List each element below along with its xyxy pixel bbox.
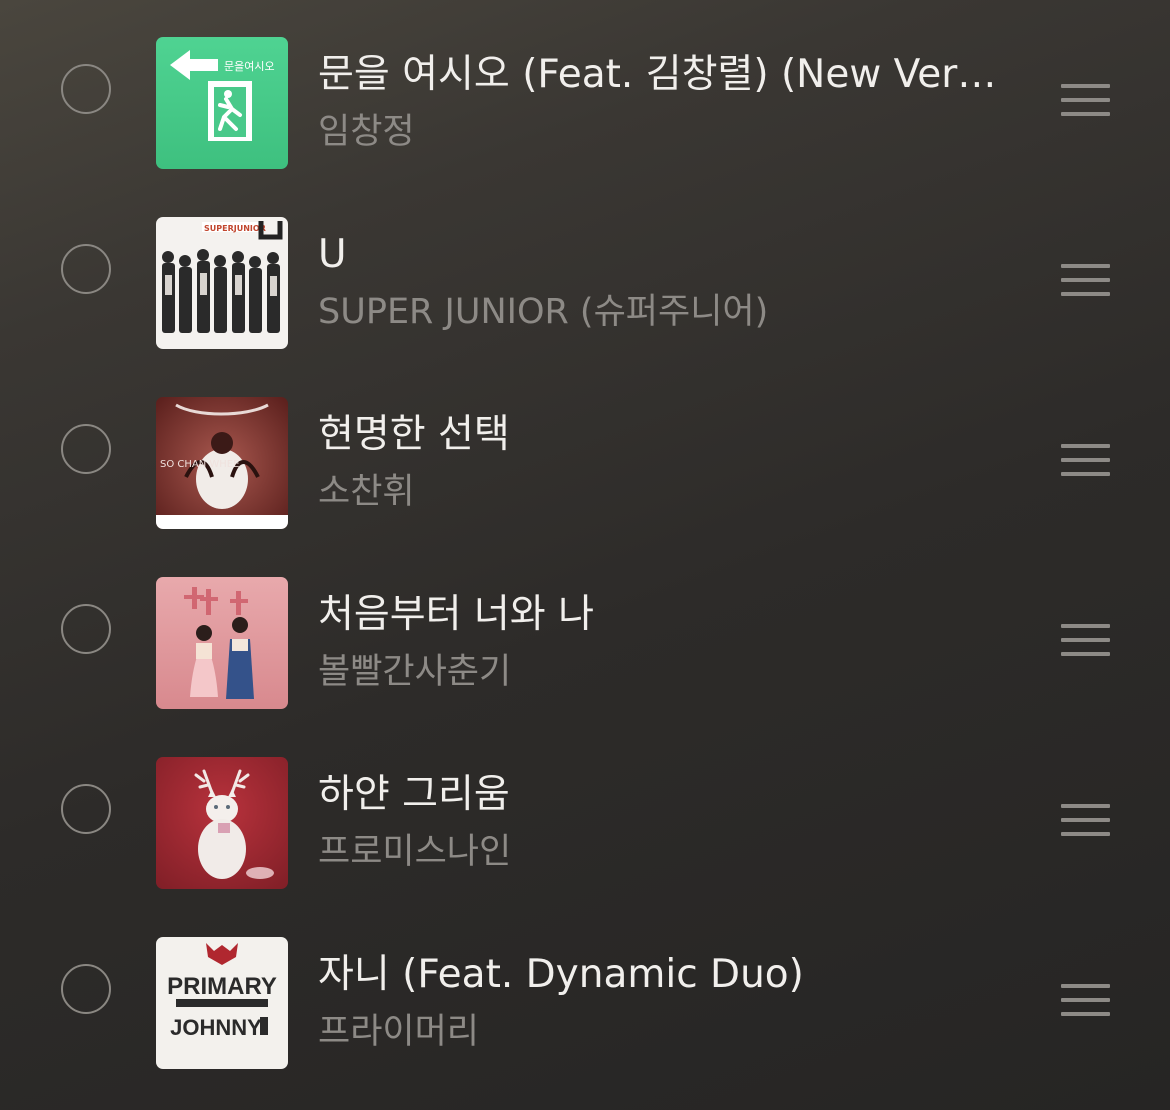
album-art: PRIMARY JOHNNY <box>156 937 288 1069</box>
album-art <box>156 577 288 709</box>
track-row[interactable]: SUPERJUNIOR U SUPER JUNIOR (슈퍼주니어) <box>0 180 1170 360</box>
track-artist: 소찬휘 <box>318 472 415 512</box>
select-radio[interactable] <box>61 604 111 654</box>
cover-text: 문을여시오 <box>224 60 275 73</box>
group-photo-image: SUPERJUNIOR <box>156 217 288 349</box>
cover-text: PRIMARY <box>167 973 277 1000</box>
portrait-image: SO CHAN WHEE <box>156 397 288 529</box>
track-row[interactable]: 처음부터 너와 나 볼빨간사춘기 <box>0 540 1170 720</box>
album-art: 문을여시오 <box>156 37 288 169</box>
track-list: 문을여시오 문을 여시오 (Feat. 김창렬) (New Version) 임… <box>0 0 1170 1110</box>
select-radio[interactable] <box>61 784 111 834</box>
hanbok-couple-image <box>156 577 288 709</box>
track-title: U <box>318 232 347 277</box>
reorder-handle-icon[interactable] <box>1061 82 1110 118</box>
track-artist: 프라이머리 <box>318 1012 480 1052</box>
album-art: SO CHAN WHEE <box>156 397 288 529</box>
album-art: SUPERJUNIOR <box>156 217 288 349</box>
exit-sign-image: 문을여시오 <box>156 37 288 169</box>
track-title: 현명한 선택 <box>318 412 510 457</box>
track-artist: SUPER JUNIOR (슈퍼주니어) <box>318 292 769 332</box>
select-radio[interactable] <box>61 64 111 114</box>
track-title: 처음부터 너와 나 <box>318 592 594 637</box>
album-art <box>156 757 288 889</box>
track-title: 자니 (Feat. Dynamic Duo) <box>318 952 804 997</box>
track-title: 하얀 그리움 <box>318 772 510 817</box>
reorder-handle-icon[interactable] <box>1061 442 1110 478</box>
track-row[interactable]: 하얀 그리움 프로미스나인 <box>0 720 1170 900</box>
white-cat-image <box>156 757 288 889</box>
track-row[interactable]: SO CHAN WHEE 현명한 선택 소찬휘 <box>0 360 1170 540</box>
reorder-handle-icon[interactable] <box>1061 802 1110 838</box>
track-title: 문을 여시오 (Feat. 김창렬) (New Version) <box>318 52 1008 97</box>
select-radio[interactable] <box>61 424 111 474</box>
select-radio[interactable] <box>61 244 111 294</box>
track-row[interactable]: PRIMARY JOHNNY 자니 (Feat. Dynamic Duo) 프라… <box>0 900 1170 1080</box>
track-artist: 볼빨간사춘기 <box>318 652 512 692</box>
cover-text: SUPERJUNIOR <box>204 224 266 233</box>
select-radio[interactable] <box>61 964 111 1014</box>
cover-text-2: JOHNNY <box>170 1015 262 1040</box>
reorder-handle-icon[interactable] <box>1061 262 1110 298</box>
cover-text: SO CHAN WHEE <box>160 459 239 470</box>
reorder-handle-icon[interactable] <box>1061 982 1110 1018</box>
track-artist: 프로미스나인 <box>318 832 512 872</box>
primary-johnny-image: PRIMARY JOHNNY <box>156 937 288 1069</box>
track-artist: 임창정 <box>318 112 415 152</box>
reorder-handle-icon[interactable] <box>1061 622 1110 658</box>
track-row[interactable]: 문을여시오 문을 여시오 (Feat. 김창렬) (New Version) 임… <box>0 0 1170 180</box>
